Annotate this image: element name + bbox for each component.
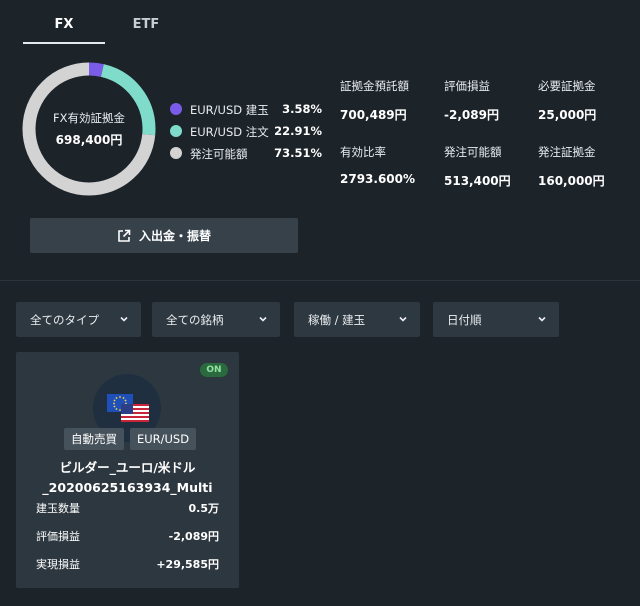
- stat-value: -2,089円: [444, 108, 499, 122]
- legend-percent: 22.91%: [274, 124, 322, 138]
- stat-value: 160,000円: [538, 174, 605, 188]
- filter-label: 日付順: [447, 313, 482, 327]
- deposit-transfer-button[interactable]: 入出金・振替: [30, 218, 298, 253]
- stat-unrealized-pl: 評価損益 -2,089円: [444, 78, 499, 123]
- legend-dot-teal: [170, 125, 182, 137]
- external-link-icon: [118, 229, 131, 242]
- row-label: 建玉数量: [36, 502, 80, 515]
- chevron-down-icon: [399, 316, 407, 322]
- tag-currency-pair: EUR/USD: [130, 428, 196, 450]
- tab-bar: FX ETF: [0, 0, 640, 44]
- filter-sort-dropdown[interactable]: 日付順: [433, 302, 559, 337]
- legend-percent: 3.58%: [282, 102, 322, 116]
- donut-value: 698,400円: [55, 133, 123, 147]
- donut-legend: EUR/USD 建玉 3.58% EUR/USD 注文 22.91% 発注可能額…: [170, 100, 322, 166]
- donut-center: FX有効証拠金 698,400円: [22, 110, 156, 148]
- filter-status-dropdown[interactable]: 稼働 / 建玉: [294, 302, 420, 337]
- stat-value: 25,000円: [538, 108, 597, 122]
- stat-label: 発注証拠金: [538, 145, 596, 159]
- bot-name: ビルダー_ユーロ/米ドル _20200625163934_Multi: [16, 458, 239, 498]
- stat-order-margin: 発注証拠金 160,000円: [538, 144, 605, 189]
- card-row-realized-pl: 実現損益 +29,585円: [36, 556, 219, 574]
- margin-donut-chart: FX有効証拠金 698,400円: [22, 62, 156, 196]
- stat-label: 発注可能額: [444, 145, 502, 159]
- status-badge[interactable]: ON: [200, 363, 228, 377]
- chevron-down-icon: [259, 316, 267, 322]
- row-value: 0.5万: [188, 502, 220, 515]
- auto-trade-card[interactable]: ON 自動売買 EUR/USD ビルダー_ユーロ/米ドル _2020062516…: [16, 352, 239, 588]
- stat-label: 証拠金預託額: [340, 79, 409, 93]
- stat-required-margin: 必要証拠金 25,000円: [538, 78, 596, 123]
- legend-item-available: 発注可能額 73.51%: [170, 144, 322, 166]
- tag-auto-trade: 自動売買: [64, 428, 124, 450]
- row-label: 評価損益: [36, 530, 80, 543]
- filter-label: 全てのタイプ: [30, 313, 99, 327]
- tab-etf[interactable]: ETF: [105, 0, 187, 44]
- legend-dot-purple: [170, 103, 182, 115]
- stat-effective-ratio: 有効比率 2793.600%: [340, 144, 415, 186]
- legend-label: EUR/USD 注文: [190, 125, 269, 139]
- filter-label: 全ての銘柄: [166, 313, 224, 327]
- tab-fx[interactable]: FX: [23, 0, 105, 44]
- legend-item-order: EUR/USD 注文 22.91%: [170, 122, 322, 144]
- legend-dot-gray: [170, 147, 182, 159]
- legend-label: 発注可能額: [190, 147, 248, 161]
- stat-value: 700,489円: [340, 108, 407, 122]
- row-label: 実現損益: [36, 558, 80, 571]
- stat-value: 513,400円: [444, 174, 511, 188]
- active-tab-indicator: [23, 42, 105, 44]
- deposit-transfer-label: 入出金・振替: [138, 229, 211, 243]
- legend-percent: 73.51%: [274, 146, 322, 160]
- filter-symbol-dropdown[interactable]: 全ての銘柄: [152, 302, 280, 337]
- chevron-down-icon: [120, 316, 128, 322]
- stat-orderable-amount: 発注可能額 513,400円: [444, 144, 511, 189]
- stat-label: 有効比率: [340, 145, 386, 159]
- filter-label: 稼働 / 建玉: [308, 313, 366, 327]
- section-divider: [0, 280, 640, 281]
- stat-value: 2793.600%: [340, 172, 416, 186]
- card-row-position-qty: 建玉数量 0.5万: [36, 500, 219, 518]
- stat-label: 評価損益: [444, 79, 490, 93]
- legend-label: EUR/USD 建玉: [190, 103, 269, 117]
- row-value: +29,585円: [156, 558, 219, 571]
- filter-type-dropdown[interactable]: 全てのタイプ: [16, 302, 141, 337]
- bot-name-line1: ビルダー_ユーロ/米ドル: [59, 460, 196, 475]
- card-row-unrealized-pl: 評価損益 -2,089円: [36, 528, 219, 546]
- legend-item-position: EUR/USD 建玉 3.58%: [170, 100, 322, 122]
- donut-label: FX有効証拠金: [53, 111, 125, 125]
- stat-deposit-balance: 証拠金預託額 700,489円: [340, 78, 409, 123]
- bot-name-line2: _20200625163934_Multi: [42, 480, 213, 495]
- row-value: -2,089円: [168, 530, 219, 543]
- chevron-down-icon: [538, 316, 546, 322]
- stat-label: 必要証拠金: [538, 79, 596, 93]
